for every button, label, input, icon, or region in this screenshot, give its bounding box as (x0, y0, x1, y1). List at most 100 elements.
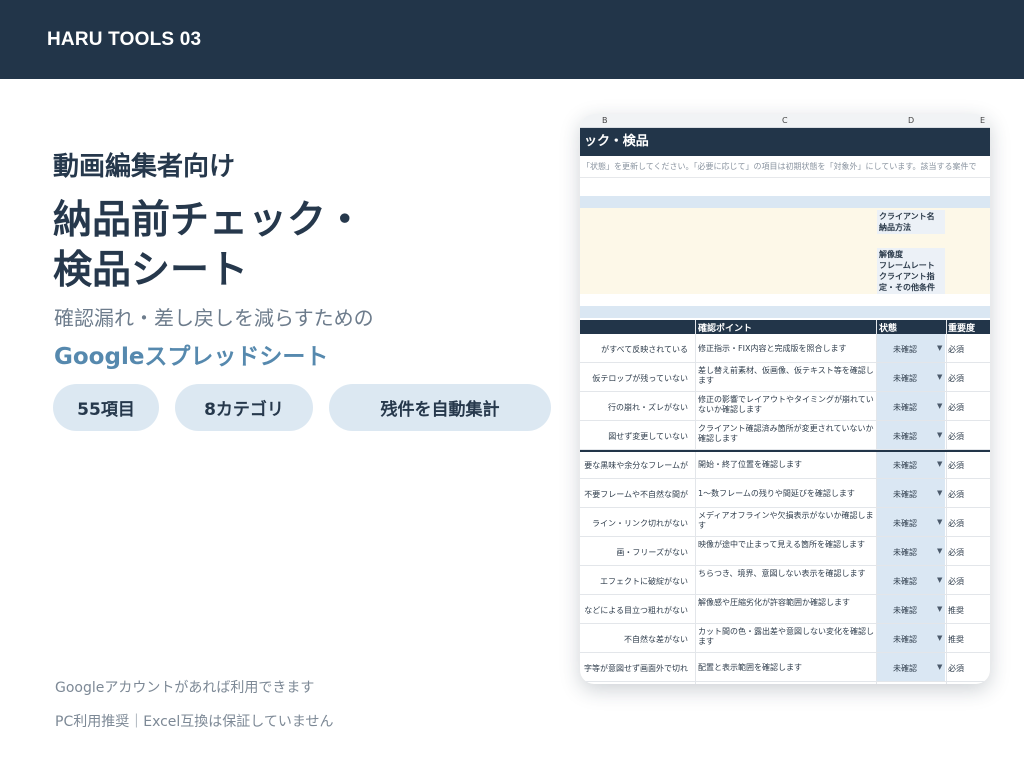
caret-down-icon[interactable]: ▼ (937, 605, 942, 613)
caret-down-icon[interactable]: ▼ (937, 663, 942, 671)
caret-down-icon[interactable]: ▼ (937, 518, 942, 526)
check-item: 行の崩れ・ズレがない (608, 403, 688, 412)
caret-down-icon[interactable]: ▼ (937, 460, 942, 468)
header-point: 確認ポイント (698, 324, 753, 334)
status-dropdown[interactable]: 未確認 (877, 421, 945, 449)
status-dropdown[interactable]: 未確認 (877, 537, 945, 565)
check-item: 不自然な差がない (624, 635, 688, 644)
caret-down-icon[interactable]: ▼ (937, 489, 942, 497)
check-point: メディアオフラインや欠損表示がないか確認します (698, 511, 874, 530)
status-dropdown[interactable]: 未確認 (877, 392, 945, 420)
status-dropdown[interactable]: 未確認 (877, 334, 945, 362)
status-value: 未確認 (893, 664, 917, 673)
status-dropdown[interactable]: 未確認 (877, 595, 945, 623)
caret-down-icon[interactable]: ▼ (937, 402, 942, 410)
importance-value: 必須 (948, 432, 964, 441)
spreadsheet-preview: B C D E ック・検品 「状態」を更新してください。「必要に応じて」の項目は… (580, 114, 990, 684)
check-item: 要な黒味や余分なフレームが (584, 461, 688, 470)
status-value: 未確認 (893, 519, 917, 528)
meta-block-client: クライアント名 納品方法 (877, 210, 945, 234)
status-dropdown[interactable]: 未確認 (877, 363, 945, 391)
importance-value: 必須 (948, 490, 964, 499)
check-item: 仮テロップが残っていない (592, 374, 688, 383)
status-dropdown[interactable]: 未確認 (877, 450, 945, 478)
caret-down-icon[interactable]: ▼ (937, 431, 942, 439)
status-value: 未確認 (893, 635, 917, 644)
status-value: 未確認 (893, 461, 917, 470)
meta-block-spec: 解像度 フレームレート クライアント指定・その他条件 (877, 248, 945, 294)
table-row: 要な黒味や余分なフレームが 開始・終了位置を確認します 未確認 ▼ 必須 (580, 450, 990, 479)
caret-down-icon[interactable]: ▼ (937, 634, 942, 642)
pill-auto-tally: 残件を自動集計 (329, 384, 551, 431)
header-status: 状態 (879, 324, 898, 334)
check-point: クライアント確認済み箇所が変更されていないか確認します (698, 424, 874, 443)
caret-down-icon[interactable]: ▼ (937, 547, 942, 555)
footer-note-compat: PC利用推奨｜Excel互換は保証していません (55, 714, 334, 730)
status-dropdown[interactable]: 未確認 (877, 624, 945, 652)
status-dropdown[interactable]: 未確認 (877, 566, 945, 594)
pill-category-count: 8カテゴリ (175, 384, 313, 431)
check-item: 不要フレームや不自然な間が (584, 490, 688, 499)
status-value: 未確認 (893, 577, 917, 586)
hero-subtitle: 動画編集者向け (53, 152, 236, 182)
hero-title-line2: 検品シート (53, 248, 249, 293)
status-value: 未確認 (893, 606, 917, 615)
table-row: 字等が意図せず画面外で切れ 配置と表示範囲を確認します 未確認 ▼ 必須 (580, 653, 990, 682)
importance-value: 必須 (948, 664, 964, 673)
check-point: 1〜数フレームの残りや間延びを確認します (698, 489, 855, 498)
table-row: 不自然な差がない カット間の色・露出差や意図しない変化を確認します 未確認 ▼ 推奨 (580, 624, 990, 653)
col-letter-c: C (782, 116, 788, 125)
caret-down-icon[interactable]: ▼ (937, 373, 942, 381)
table-row: 図せず変更していない クライアント確認済み箇所が変更されていないか確認します 未確認… (580, 421, 990, 450)
table-header: 確認ポイント 状態 重要度 (580, 320, 990, 334)
importance-value: 推奨 (948, 635, 964, 644)
caret-down-icon[interactable]: ▼ (937, 576, 942, 584)
check-item: 図せず変更していない (608, 432, 688, 441)
check-item: などによる目立つ粗れがない (584, 606, 688, 615)
header-importance: 重要度 (948, 324, 976, 334)
group-divider (580, 450, 990, 452)
col-letter-b: B (602, 116, 608, 125)
meta-delivery-method: 納品方法 (879, 223, 911, 232)
check-point: 修正指示・FIX内容と完成版を照合します (698, 344, 847, 353)
check-point: 映像が途中で止まって見える箇所を確認します (698, 540, 866, 549)
hero-lead-accent: Googleスプレッドシート (54, 344, 329, 370)
section-band (580, 196, 990, 208)
caret-down-icon[interactable]: ▼ (937, 344, 942, 352)
importance-value: 必須 (948, 374, 964, 383)
hero-title-line1: 納品前チェック・ (53, 198, 365, 243)
table-row: 不要フレームや不自然な間が 1〜数フレームの残りや間延びを確認します 未確認 ▼ 必須 (580, 479, 990, 508)
importance-value: 必須 (948, 461, 964, 470)
status-dropdown[interactable]: 未確認 (877, 508, 945, 536)
status-dropdown[interactable]: 未確認 (877, 653, 945, 681)
meta-client-name: クライアント名 (879, 212, 935, 221)
table-row: がすべて反映されている 修正指示・FIX内容と完成版を照合します 未確認 ▼ 必須 (580, 334, 990, 363)
top-bar: HARU TOOLS 03 (0, 0, 1024, 79)
brand-label: HARU TOOLS 03 (47, 29, 202, 50)
table-row: ライン・リンク切れがない メディアオフラインや欠損表示がないか確認します 未確認 ▼ 必… (580, 508, 990, 537)
status-value: 未確認 (893, 345, 917, 354)
importance-value: 必須 (948, 577, 964, 586)
hero-lead: 確認漏れ・差し戻しを減らすための (54, 306, 374, 330)
status-value: 未確認 (893, 403, 917, 412)
check-item: ライン・リンク切れがない (592, 519, 688, 528)
check-point: ちらつき、境界、意図しない表示を確認します (698, 569, 866, 578)
check-point: 差し替え前素材、仮画像、仮テキスト等を確認します (698, 366, 874, 385)
sheet-instructions: 「状態」を更新してください。「必要に応じて」の項目は初期状態を「対象外」にしてい… (580, 156, 990, 178)
status-dropdown[interactable]: 未確認 (877, 479, 945, 507)
pill-item-count: 55項目 (53, 384, 159, 431)
check-point: 開始・終了位置を確認します (698, 460, 802, 469)
check-item: 画・フリーズがない (616, 548, 688, 557)
check-item: エフェクトに破綻がない (600, 577, 688, 586)
status-value: 未確認 (893, 432, 917, 441)
meta-resolution: 解像度 (879, 250, 903, 259)
sheet-banner: ック・検品 (580, 128, 990, 156)
section-band-2 (580, 306, 990, 318)
check-point: 配置と表示範囲を確認します (698, 663, 802, 672)
table-row: エフェクトに破綻がない ちらつき、境界、意図しない表示を確認します未確認 ▼ 必須 (580, 566, 990, 595)
check-point: 修正の影響でレイアウトやタイミングが崩れていないか確認します (698, 395, 874, 414)
importance-value: 推奨 (948, 606, 964, 615)
check-point: カット間の色・露出差や意図しない変化を確認します (698, 627, 874, 646)
status-value: 未確認 (893, 374, 917, 383)
column-divider (946, 320, 947, 684)
